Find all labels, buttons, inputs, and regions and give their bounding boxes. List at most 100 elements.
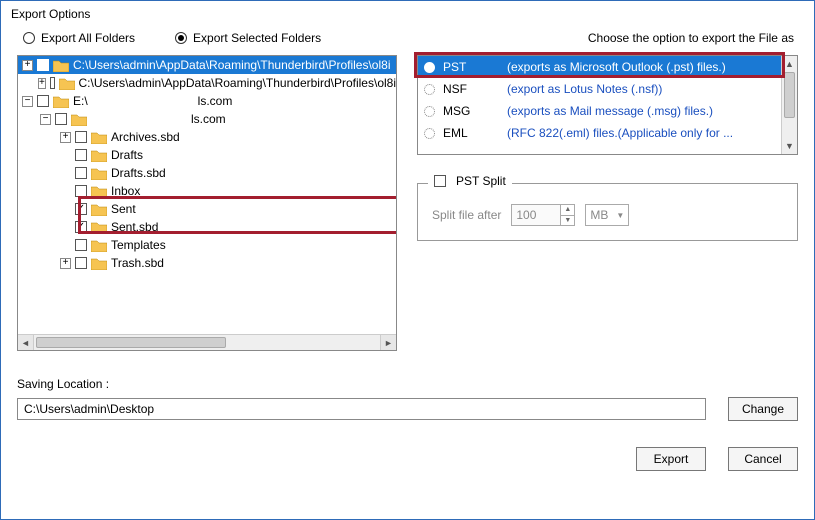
folder-icon (91, 221, 107, 234)
spacer (60, 222, 71, 233)
pst-split-label: PST Split (456, 174, 506, 188)
expand-icon[interactable]: + (38, 78, 46, 89)
tree-row[interactable]: Sent (18, 200, 396, 218)
format-name: EML (443, 126, 499, 140)
format-desc: (exports as Microsoft Outlook (.pst) fil… (507, 60, 775, 74)
checkbox[interactable] (50, 77, 55, 89)
scroll-up-icon[interactable]: ▲ (782, 56, 797, 72)
chevron-down-icon: ▼ (616, 211, 624, 220)
step-down-icon[interactable]: ▼ (561, 216, 574, 226)
folder-tree[interactable]: + C:\Users\admin\AppData\Roaming\Thunder… (17, 55, 397, 351)
saving-location-label: Saving Location : (17, 377, 798, 391)
scroll-down-icon[interactable]: ▼ (782, 138, 797, 154)
tree-row[interactable]: + Archives.sbd (18, 128, 396, 146)
checkbox[interactable] (37, 95, 49, 107)
export-button[interactable]: Export (636, 447, 706, 471)
pst-split-group: PST Split Split file after ▲ ▼ MB ▼ (417, 183, 798, 241)
format-desc: (RFC 822(.eml) files.(Applicable only fo… (507, 126, 775, 140)
format-option-eml[interactable]: EML (RFC 822(.eml) files.(Applicable only… (418, 122, 781, 144)
scroll-right-icon[interactable]: ► (380, 335, 396, 350)
spacer (60, 240, 71, 251)
format-heading: Choose the option to export the File as (588, 31, 794, 45)
cancel-button[interactable]: Cancel (728, 447, 798, 471)
radio-icon (23, 32, 35, 44)
tree-row[interactable]: Inbox (18, 182, 396, 200)
format-name: MSG (443, 104, 499, 118)
collapse-icon[interactable]: − (22, 96, 33, 107)
tree-row[interactable]: Drafts (18, 146, 396, 164)
saving-path-input[interactable] (17, 398, 706, 420)
format-list[interactable]: PST (exports as Microsoft Outlook (.pst) … (417, 55, 798, 155)
window-title: Export Options (1, 1, 814, 31)
pst-split-checkbox[interactable] (434, 175, 446, 187)
step-up-icon[interactable]: ▲ (561, 205, 574, 216)
format-name: NSF (443, 82, 499, 96)
tree-label: C:\Users\admin\AppData\Roaming\Thunderbi… (73, 58, 390, 72)
folder-icon (91, 203, 107, 216)
format-option-msg[interactable]: MSG (exports as Mail message (.msg) files… (418, 100, 781, 122)
format-desc: (exports as Mail message (.msg) files.) (507, 104, 775, 118)
checkbox[interactable] (75, 239, 87, 251)
tree-label: Drafts (111, 148, 143, 162)
tree-label: Archives.sbd (111, 130, 180, 144)
tree-row[interactable]: Templates (18, 236, 396, 254)
scroll-thumb[interactable] (36, 337, 226, 348)
tree-label: Drafts.sbd (111, 166, 166, 180)
radio-icon (424, 106, 435, 117)
tree-label: ls.com (91, 112, 226, 126)
horizontal-scrollbar[interactable]: ◄ ► (18, 334, 396, 350)
scroll-left-icon[interactable]: ◄ (18, 335, 34, 350)
checkbox[interactable] (75, 131, 87, 143)
tree-row[interactable]: − E:\ls.com (18, 92, 396, 110)
scroll-thumb[interactable] (784, 72, 795, 118)
radio-icon (424, 62, 435, 73)
checkbox[interactable] (75, 257, 87, 269)
change-button[interactable]: Change (728, 397, 798, 421)
tree-row[interactable]: − ls.com (18, 110, 396, 128)
tree-row[interactable]: + C:\Users\admin\AppData\Roaming\Thunder… (18, 74, 396, 92)
folder-icon (71, 113, 87, 126)
folder-icon (53, 59, 69, 72)
folder-icon (59, 77, 75, 90)
split-unit-label: MB (590, 208, 608, 222)
export-selected-radio[interactable]: Export Selected Folders (175, 31, 321, 45)
format-desc: (export as Lotus Notes (.nsf)) (507, 82, 775, 96)
export-all-radio[interactable]: Export All Folders (23, 31, 135, 45)
export-selected-label: Export Selected Folders (193, 31, 321, 45)
tree-row[interactable]: + C:\Users\admin\AppData\Roaming\Thunder… (18, 56, 396, 74)
folder-icon (91, 239, 107, 252)
spacer (60, 186, 71, 197)
tree-row[interactable]: +Trash.sbd (18, 254, 396, 272)
expand-icon[interactable]: + (60, 132, 71, 143)
split-size-stepper[interactable]: ▲ ▼ (511, 204, 575, 226)
split-unit-select[interactable]: MB ▼ (585, 204, 629, 226)
folder-icon (53, 95, 69, 108)
expand-icon[interactable]: + (22, 60, 33, 71)
tree-label: Inbox (111, 184, 140, 198)
checkbox[interactable] (75, 221, 87, 233)
collapse-icon[interactable]: − (40, 114, 51, 125)
format-name: PST (443, 60, 499, 74)
format-option-nsf[interactable]: NSF (export as Lotus Notes (.nsf)) (418, 78, 781, 100)
checkbox[interactable] (55, 113, 67, 125)
radio-icon (175, 32, 187, 44)
vertical-scrollbar[interactable]: ▲ ▼ (781, 56, 797, 154)
radio-icon (424, 128, 435, 139)
split-after-label: Split file after (432, 208, 501, 222)
tree-row[interactable]: Drafts.sbd (18, 164, 396, 182)
expand-icon[interactable]: + (60, 258, 71, 269)
folder-icon (91, 131, 107, 144)
spacer (60, 168, 71, 179)
checkbox[interactable] (37, 59, 49, 71)
format-option-pst[interactable]: PST (exports as Microsoft Outlook (.pst) … (418, 56, 781, 78)
split-size-input[interactable] (512, 205, 560, 225)
checkbox[interactable] (75, 167, 87, 179)
spacer (60, 204, 71, 215)
spacer (60, 150, 71, 161)
checkbox[interactable] (75, 185, 87, 197)
export-mode-group: Export All Folders Export Selected Folde… (17, 31, 798, 55)
tree-row[interactable]: Sent.sbd (18, 218, 396, 236)
folder-icon (91, 167, 107, 180)
checkbox[interactable] (75, 149, 87, 161)
checkbox[interactable] (75, 203, 87, 215)
